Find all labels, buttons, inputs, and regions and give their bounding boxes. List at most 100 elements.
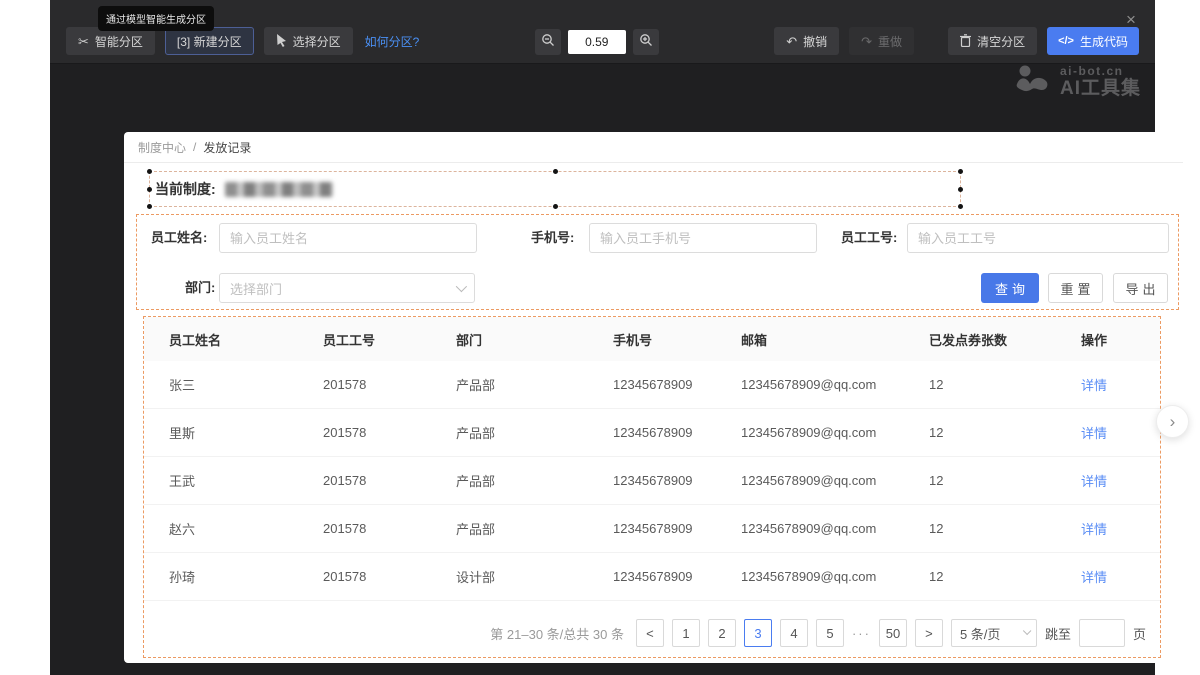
current-policy-label: 当前制度: [155, 179, 216, 199]
page-button-5[interactable]: 5 [816, 619, 844, 647]
cell-email: 12345678909@qq.com [741, 377, 929, 392]
code-icon: </> [1058, 36, 1074, 47]
scissors-icon: ✂ [78, 35, 89, 48]
chevron-right-icon: > [925, 626, 933, 641]
page-size-select[interactable]: 5 条/页 [951, 619, 1037, 647]
page-button-3-active[interactable]: 3 [744, 619, 772, 647]
cell-dept: 产品部 [456, 519, 613, 538]
cell-name: 张三 [169, 375, 323, 394]
cell-dept: 产品部 [456, 423, 613, 442]
paw-logo-icon [1013, 64, 1051, 101]
cell-count: 12 [929, 569, 1081, 584]
trash-icon [960, 34, 971, 49]
employee-id-input[interactable] [907, 223, 1169, 253]
smart-partition-label: 智能分区 [95, 33, 143, 50]
detail-link[interactable]: 详情 [1081, 519, 1160, 538]
cell-name: 孙琦 [169, 567, 323, 586]
page-button-2[interactable]: 2 [708, 619, 736, 647]
detail-link[interactable]: 详情 [1081, 375, 1160, 394]
next-region-fab-button[interactable]: › [1156, 405, 1189, 438]
brand-text: ai-bot.cn AI工具集 [1060, 65, 1141, 99]
jump-page-input[interactable] [1079, 619, 1125, 647]
brand-line2: AI工具集 [1060, 79, 1141, 100]
content-card: 制度中心 / 发放记录 当前制度: 员工姓名: 手机号: 员工工号: 部门: [124, 132, 1183, 663]
toolbar-left-group: ✂ 智能分区 [3] 新建分区 选择分区 如何分区? [66, 27, 419, 55]
search-button[interactable]: 查询 [981, 273, 1039, 303]
selection-handle[interactable] [958, 187, 963, 192]
magnifier-minus-icon [541, 33, 555, 52]
chevron-down-icon [456, 281, 467, 292]
page-button-last[interactable]: 50 [879, 619, 907, 647]
breadcrumb-item-root[interactable]: 制度中心 [138, 139, 186, 156]
page-button-1[interactable]: 1 [672, 619, 700, 647]
cell-count: 12 [929, 521, 1081, 536]
cell-phone: 12345678909 [613, 473, 741, 488]
cell-email: 12345678909@qq.com [741, 521, 929, 536]
selection-handle[interactable] [958, 169, 963, 174]
generate-code-label: 生成代码 [1080, 33, 1128, 50]
dept-select[interactable]: 选择部门 [219, 273, 475, 303]
jump-to-label: 跳至 [1045, 624, 1071, 643]
detail-link[interactable]: 详情 [1081, 471, 1160, 490]
selection-handle[interactable] [147, 169, 152, 174]
dept-select-value: 选择部门 [230, 279, 282, 298]
cell-dept: 产品部 [456, 375, 613, 394]
cell-id: 201578 [323, 569, 456, 584]
cell-email: 12345678909@qq.com [741, 569, 929, 584]
brand-line1: ai-bot.cn [1060, 65, 1141, 78]
phone-input[interactable] [589, 223, 817, 253]
undo-label: 撤销 [803, 33, 827, 50]
cell-count: 12 [929, 473, 1081, 488]
cell-name: 王武 [169, 471, 323, 490]
selection-handle[interactable] [958, 204, 963, 209]
name-input[interactable] [219, 223, 477, 253]
redo-button: ↷ 重做 [849, 27, 914, 55]
select-partition-button[interactable]: 选择分区 [264, 27, 353, 55]
redacted-policy-name [225, 182, 333, 197]
selection-handle[interactable] [147, 187, 152, 192]
new-partition-button[interactable]: [3] 新建分区 [165, 27, 254, 55]
col-header-email: 邮箱 [741, 330, 929, 349]
undo-button[interactable]: ↶ 撤销 [774, 27, 839, 55]
cell-phone: 12345678909 [613, 377, 741, 392]
page-button-4[interactable]: 4 [780, 619, 808, 647]
smart-partition-button[interactable]: ✂ 智能分区 [66, 27, 155, 55]
zoom-out-button[interactable] [535, 29, 561, 55]
cell-id: 201578 [323, 425, 456, 440]
detail-link[interactable]: 详情 [1081, 423, 1160, 442]
zoom-value-input[interactable] [568, 30, 626, 54]
col-header-action: 操作 [1081, 330, 1160, 349]
table-row: 张三 201578 产品部 12345678909 12345678909@qq… [144, 361, 1160, 409]
col-header-name: 员工姓名 [169, 330, 323, 349]
col-header-dept: 部门 [456, 330, 613, 349]
cell-phone: 12345678909 [613, 569, 741, 584]
pagination-ellipsis: ··· [852, 626, 871, 641]
selection-handle[interactable] [553, 204, 558, 209]
cell-phone: 12345678909 [613, 425, 741, 440]
close-icon[interactable]: × [1121, 10, 1141, 30]
reset-button[interactable]: 重置 [1048, 273, 1103, 303]
chevron-down-icon [1023, 627, 1031, 635]
detail-link[interactable]: 详情 [1081, 567, 1160, 586]
how-to-partition-link[interactable]: 如何分区? [365, 33, 420, 50]
cell-phone: 12345678909 [613, 521, 741, 536]
col-header-count: 已发点券张数 [929, 330, 1081, 349]
tooltip: 通过模型智能生成分区 [98, 6, 214, 31]
jump-suffix-label: 页 [1133, 624, 1146, 643]
table-row: 里斯 201578 产品部 12345678909 12345678909@qq… [144, 409, 1160, 457]
cell-id: 201578 [323, 521, 456, 536]
selected-partition-region[interactable]: 当前制度: [149, 171, 961, 207]
export-button[interactable]: 导出 [1113, 273, 1168, 303]
pagination: 第 21–30 条/总共 30 条 < 1 2 3 4 5 ··· 50 > 5… [144, 613, 1160, 653]
clear-partition-button[interactable]: 清空分区 [948, 27, 1037, 55]
cell-name: 赵六 [169, 519, 323, 538]
generate-code-button[interactable]: </> 生成代码 [1047, 27, 1139, 55]
selection-handle[interactable] [147, 204, 152, 209]
redo-label: 重做 [878, 33, 902, 50]
zoom-controls [535, 29, 659, 55]
next-page-button[interactable]: > [915, 619, 943, 647]
prev-page-button[interactable]: < [636, 619, 664, 647]
clear-partition-label: 清空分区 [977, 33, 1025, 50]
selection-handle[interactable] [553, 169, 558, 174]
zoom-in-button[interactable] [633, 29, 659, 55]
